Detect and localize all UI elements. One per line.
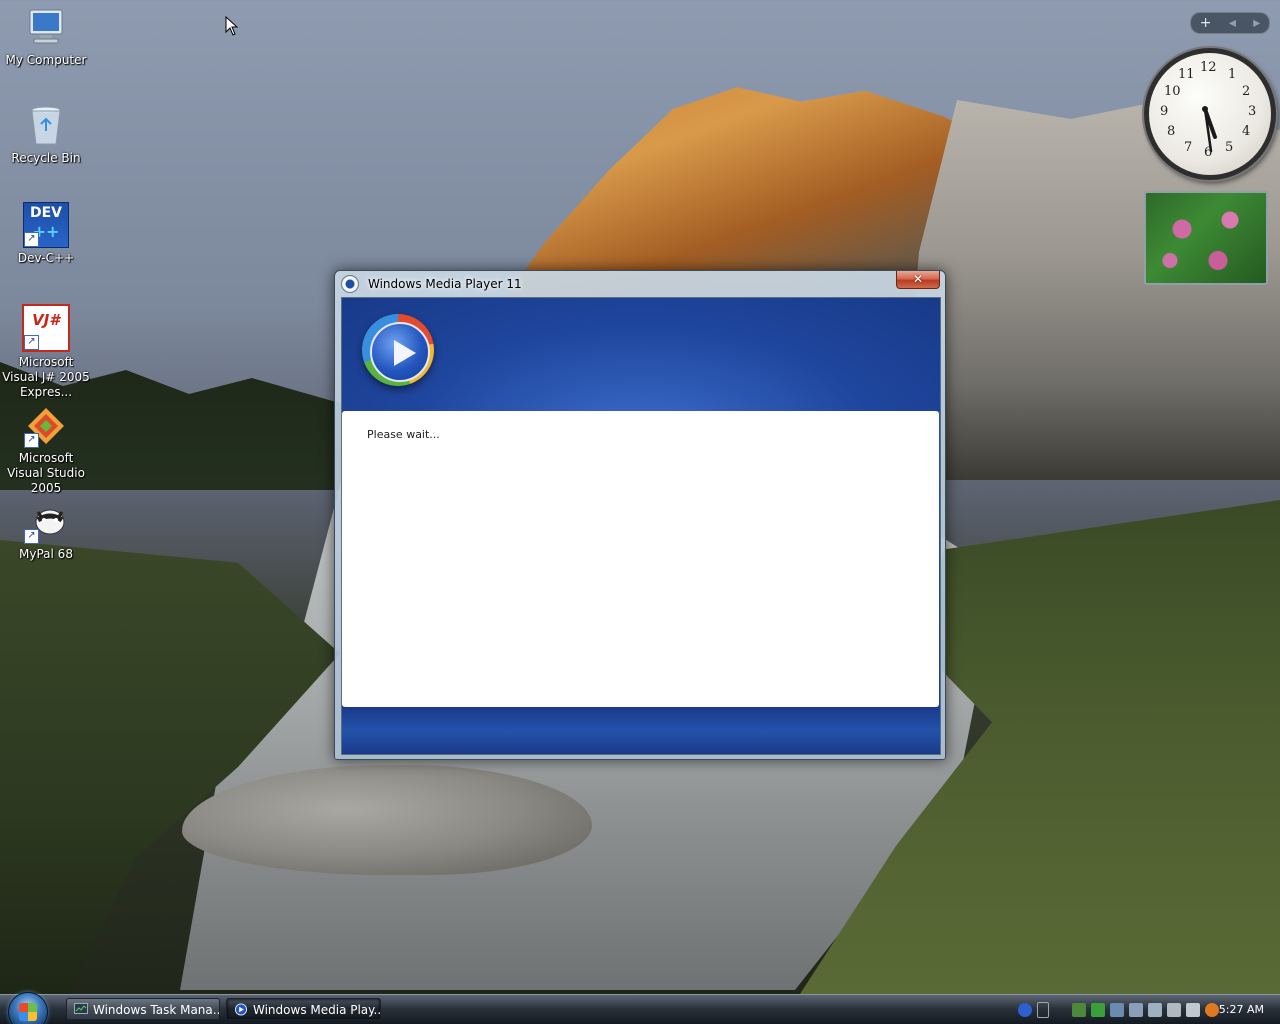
wmp-logo-icon [362,314,434,386]
desktop-icon-my-computer[interactable]: My Computer [0,6,92,68]
help-icon[interactable] [1018,1003,1032,1017]
recycle-bin-icon [24,104,68,148]
mouse-cursor-icon [225,16,238,36]
taskbar-button-media-player[interactable]: Windows Media Play... [226,998,381,1020]
desktop-icon-visual-studio[interactable]: ↗ Microsoft Visual Studio 2005 [0,404,92,496]
dialog-content-area: Please wait... [342,411,939,707]
checkmark-icon[interactable] [1091,1003,1105,1017]
dialog-client-area: Please wait... [341,297,941,755]
dev-cpp-glyph-text: DEV [29,205,63,221]
desktop-icon-label: Dev-C++ [17,251,75,265]
task-manager-icon [74,1003,88,1014]
clock-hands [1202,106,1217,153]
usb-icon[interactable] [1129,1003,1143,1017]
notification-chevron-icon[interactable] [1037,1002,1049,1018]
slideshow-gadget[interactable] [1144,191,1268,285]
search-icon[interactable] [1205,1003,1219,1017]
visual-jsharp-glyph-text: VJ# [32,311,60,329]
shortcut-arrow-icon: ↗ [24,433,39,448]
shortcut-arrow-icon: ↗ [24,529,39,544]
wmp-dialog: Windows Media Player 11 ✕ Please wait... [334,270,946,760]
visual-studio-icon: ↗ [24,404,68,448]
desktop-icon-recycle-bin[interactable]: Recycle Bin [0,104,92,166]
sidebar-next-button[interactable]: ▸ [1253,15,1260,31]
taskbar: Windows Task Mana... Windows Media Play.… [0,992,1280,1024]
volume-icon[interactable] [1148,1003,1162,1017]
windows-flag-icon [19,1003,37,1021]
dev-cpp-icon: DEV ++ ↗ [23,202,69,248]
desktop-icon-label: My Computer [5,53,87,67]
sidebar-prev-button[interactable]: ◂ [1229,15,1236,31]
add-gadget-button[interactable]: + [1200,15,1212,31]
shortcut-arrow-icon: ↗ [24,232,39,247]
desktop-icon-label: MyPal 68 [19,547,73,561]
dialog-header-band [342,298,940,411]
desktop-icon-label: Microsoft Visual Studio 2005 [7,451,85,495]
device-icon[interactable] [1110,1003,1124,1017]
desktop-icon-dev-cpp[interactable]: DEV ++ ↗ Dev-C++ [0,202,92,266]
close-button[interactable]: ✕ [896,271,940,289]
language-icon[interactable] [1186,1003,1200,1017]
dialog-footer-band [342,707,940,754]
desktop-icon-label: Microsoft Visual J# 2005 Expres... [2,355,90,399]
shortcut-arrow-icon: ↗ [24,335,39,350]
display-icon[interactable] [1167,1003,1181,1017]
desktop-icon-visual-jsharp[interactable]: VJ# ↗ Microsoft Visual J# 2005 Expres... [0,304,92,400]
network-icon[interactable] [1072,1003,1086,1017]
taskbar-button-task-manager[interactable]: Windows Task Mana... [66,998,220,1020]
start-button[interactable] [8,992,48,1024]
taskbar-clock[interactable]: 5:27 AM [1219,1003,1264,1016]
dialog-titlebar[interactable]: Windows Media Player 11 ✕ [335,271,945,297]
dialog-title: Windows Media Player 11 [368,277,522,291]
computer-icon [24,6,68,50]
wmp-title-icon [341,275,359,293]
desktop-icon-mypal[interactable]: ↗ MyPal 68 [0,500,92,562]
taskbar-button-label: Windows Task Mana... [93,1003,220,1017]
sidebar-controls: + ◂ ▸ [1190,12,1270,34]
visual-jsharp-icon: VJ# ↗ [22,304,70,352]
desktop-icon-label: Recycle Bin [11,151,81,165]
clock-gadget[interactable]: 12 1 2 3 4 5 6 7 8 9 10 11 [1144,48,1276,180]
taskbar-button-label: Windows Media Play... [253,1003,381,1017]
mypal-raccoon-icon: ↗ [24,500,68,544]
please-wait-message: Please wait... [367,428,440,441]
media-player-icon [234,1003,248,1016]
